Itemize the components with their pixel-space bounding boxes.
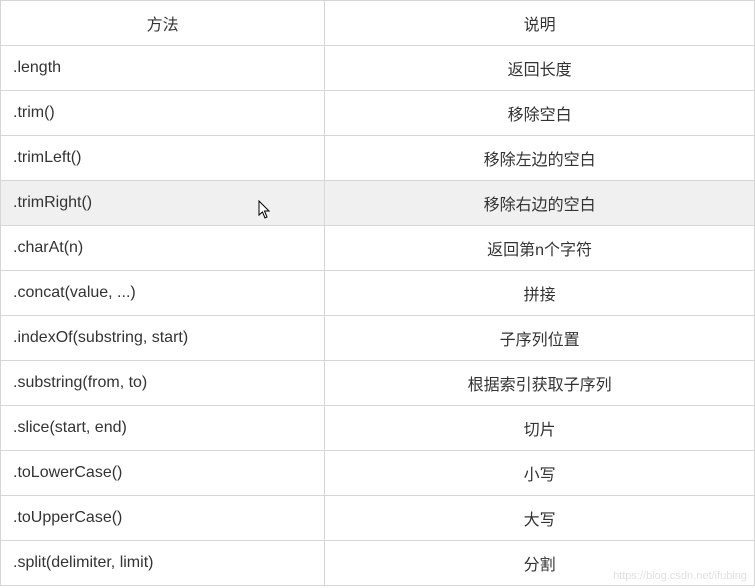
method-cell: .substring(from, to)	[1, 361, 325, 406]
description-cell: 移除右边的空白	[325, 181, 755, 226]
description-cell: 移除左边的空白	[325, 136, 755, 181]
table-row: .trimLeft()移除左边的空白	[1, 136, 755, 181]
table-row: .charAt(n)返回第n个字符	[1, 226, 755, 271]
method-cell: .trimLeft()	[1, 136, 325, 181]
description-cell: 根据索引获取子序列	[325, 361, 755, 406]
method-cell: .split(delimiter, limit)	[1, 541, 325, 586]
table-row: .length返回长度	[1, 46, 755, 91]
table-row: .toUpperCase()大写	[1, 496, 755, 541]
description-cell: 小写	[325, 451, 755, 496]
description-cell: 切片	[325, 406, 755, 451]
description-cell: 返回长度	[325, 46, 755, 91]
method-cell: .charAt(n)	[1, 226, 325, 271]
table-row: .slice(start, end)切片	[1, 406, 755, 451]
table-row: .substring(from, to)根据索引获取子序列	[1, 361, 755, 406]
method-cell: .concat(value, ...)	[1, 271, 325, 316]
description-cell: 移除空白	[325, 91, 755, 136]
method-cell: .toUpperCase()	[1, 496, 325, 541]
method-cell: .trim()	[1, 91, 325, 136]
description-cell: 拼接	[325, 271, 755, 316]
table-header-row: 方法 说明	[1, 1, 755, 46]
description-cell: 返回第n个字符	[325, 226, 755, 271]
method-cell: .indexOf(substring, start)	[1, 316, 325, 361]
description-cell: 子序列位置	[325, 316, 755, 361]
header-description: 说明	[325, 1, 755, 46]
description-cell: 大写	[325, 496, 755, 541]
method-cell: .toLowerCase()	[1, 451, 325, 496]
method-cell: .slice(start, end)	[1, 406, 325, 451]
table-body: .length返回长度.trim()移除空白.trimLeft()移除左边的空白…	[1, 46, 755, 586]
table-row: .toLowerCase()小写	[1, 451, 755, 496]
table-row: .trimRight()移除右边的空白	[1, 181, 755, 226]
watermark-text: https://blog.csdn.net/ifubing	[613, 570, 747, 582]
method-cell: .trimRight()	[1, 181, 325, 226]
table-row: .indexOf(substring, start)子序列位置	[1, 316, 755, 361]
table-row: .concat(value, ...)拼接	[1, 271, 755, 316]
methods-table: 方法 说明 .length返回长度.trim()移除空白.trimLeft()移…	[0, 0, 755, 586]
method-cell: .length	[1, 46, 325, 91]
header-method: 方法	[1, 1, 325, 46]
table-row: .trim()移除空白	[1, 91, 755, 136]
